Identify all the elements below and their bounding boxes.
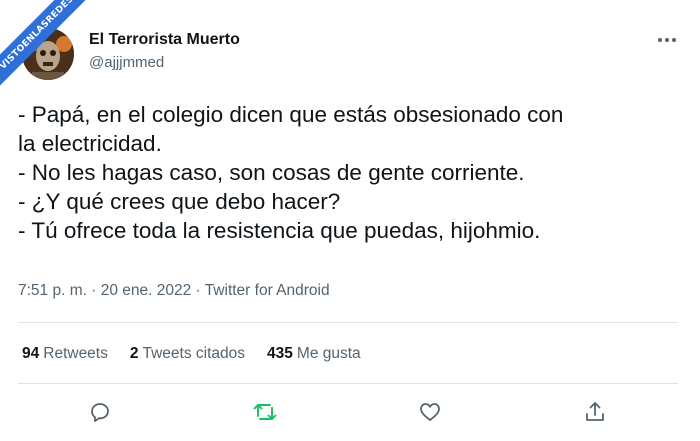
retweet-button[interactable]: [251, 398, 279, 426]
divider: [18, 322, 678, 323]
display-name[interactable]: El Terrorista Muerto: [89, 31, 240, 49]
tweet-line: la electricidad.: [18, 131, 162, 156]
likes-count: 435: [267, 345, 293, 362]
tweet-text: - Papá, en el colegio dicen que estás ob…: [18, 100, 688, 245]
tweet-meta[interactable]: 7:51 p. m. · 20 ene. 2022 · Twitter for …: [18, 282, 330, 300]
reply-icon: [91, 403, 109, 422]
tweet-line: - No les hagas caso, son cosas de gente …: [18, 160, 525, 185]
likes-label: Me gusta: [296, 345, 361, 362]
quotes-count: 2: [129, 345, 139, 362]
action-bar: [0, 398, 700, 426]
retweets-stat[interactable]: 94 Retweets: [22, 345, 108, 363]
user-handle[interactable]: @ajjjmmed: [89, 54, 164, 71]
tweet-line: - ¿Y qué crees que debo hacer?: [18, 189, 341, 214]
tweet-line: - Tú ofrece toda la resistencia que pued…: [18, 218, 541, 243]
divider: [18, 383, 678, 384]
tweet-line: - Papá, en el colegio dicen que estás ob…: [18, 102, 564, 127]
stats-bar: 94 Retweets 2 Tweets citados 435 Me gusta: [22, 345, 361, 363]
quotes-label: Tweets citados: [142, 345, 246, 362]
like-button[interactable]: [416, 398, 444, 426]
reply-button[interactable]: [86, 398, 114, 426]
more-horizontal-icon: [658, 38, 676, 42]
retweets-count: 94: [22, 345, 40, 362]
likes-stat[interactable]: 435 Me gusta: [267, 345, 361, 363]
retweets-label: Retweets: [43, 345, 108, 362]
heart-icon: [420, 403, 440, 421]
share-icon: [586, 402, 604, 421]
retweet-icon: [253, 404, 277, 420]
share-button[interactable]: [581, 398, 609, 426]
quotes-stat[interactable]: 2 Tweets citados: [130, 345, 245, 363]
more-options-button[interactable]: [654, 30, 680, 50]
